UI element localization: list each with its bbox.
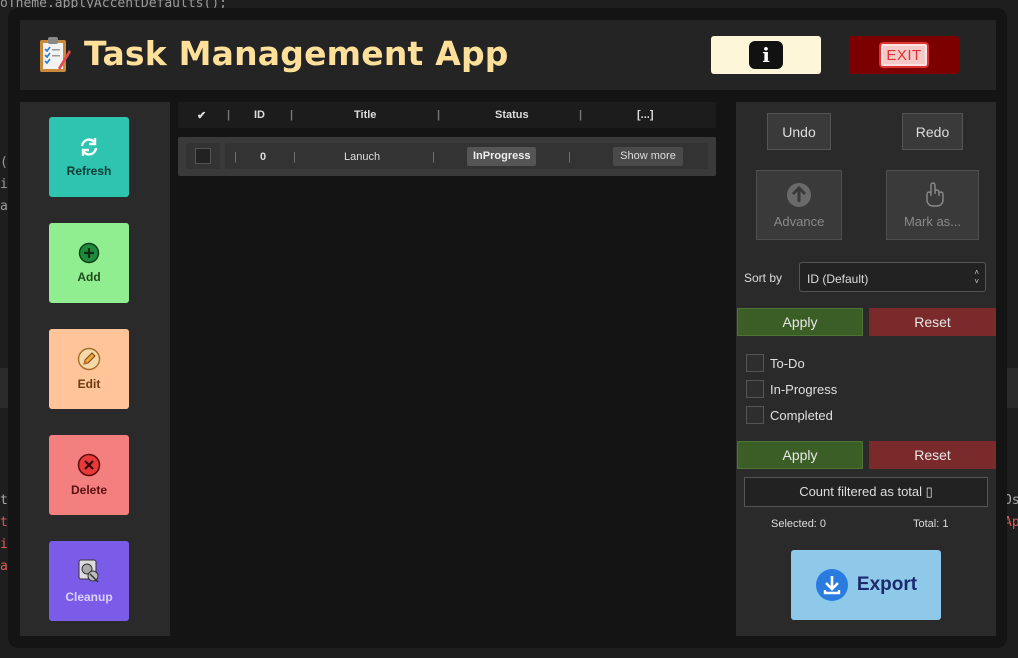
row-checkbox-cell <box>186 143 220 169</box>
advance-label: Advance <box>773 213 825 229</box>
pencil-icon <box>77 347 101 371</box>
info-button[interactable]: i <box>711 36 821 74</box>
header-title[interactable]: Title <box>354 109 376 121</box>
column-separator: | <box>579 109 583 121</box>
filter-completed[interactable]: Completed <box>746 406 833 424</box>
row-checkbox[interactable] <box>195 148 211 164</box>
cell-separator: | <box>293 151 296 163</box>
column-separator: | <box>437 109 441 121</box>
advance-button[interactable]: Advance <box>756 170 842 240</box>
cell-id: 0 <box>260 151 267 163</box>
refresh-label: Refresh <box>66 164 112 178</box>
download-icon <box>815 569 848 601</box>
filter-reset-button[interactable]: Reset <box>869 441 996 469</box>
refresh-icon <box>80 138 98 156</box>
filter-todo-checkbox[interactable] <box>746 354 764 372</box>
header-check[interactable]: ✔ <box>197 109 206 122</box>
header-more: [...] <box>637 109 654 121</box>
spinner-arrows-icon: ˄ ˅ <box>974 268 979 286</box>
exit-sign-icon: EXIT <box>879 42 929 68</box>
sort-reset-button[interactable]: Reset <box>869 308 996 336</box>
sort-by-label: Sort by <box>744 271 783 285</box>
add-label: Add <box>77 270 101 284</box>
header-bar: Task Management App i EXIT <box>20 20 996 90</box>
filter-in-progress[interactable]: In-Progress <box>746 380 837 398</box>
control-panel: Undo Redo Advance Mark as... Sort by ID … <box>736 102 996 636</box>
count-filtered-toggle[interactable]: Count filtered as total ▯ <box>744 477 988 507</box>
filter-todo-label: To-Do <box>770 355 805 371</box>
app-title: Task Management App <box>84 34 509 73</box>
edit-label: Edit <box>77 377 101 391</box>
arrow-up-circle-icon <box>787 182 811 207</box>
undo-button[interactable]: Undo <box>767 113 831 150</box>
x-circle-icon <box>77 453 101 477</box>
filter-todo[interactable]: To-Do <box>746 354 805 372</box>
export-label: Export <box>856 574 918 595</box>
filter-in-progress-label: In-Progress <box>770 381 838 397</box>
filter-completed-label: Completed <box>770 407 833 423</box>
refresh-button[interactable]: Refresh <box>49 117 129 197</box>
broom-cleanup-icon <box>78 559 99 583</box>
column-separator: | <box>227 109 231 121</box>
action-sidebar: Refresh Add Edit Delete Cleanup <box>20 102 170 636</box>
filter-apply-button[interactable]: Apply <box>737 441 863 469</box>
redo-button[interactable]: Redo <box>902 113 963 150</box>
filter-completed-checkbox[interactable] <box>746 406 764 424</box>
status-badge: InProgress <box>467 147 537 166</box>
total-count: Total: 1 <box>913 518 949 530</box>
cell-separator: | <box>234 151 237 163</box>
add-button[interactable]: Add <box>49 223 129 303</box>
show-more-button[interactable]: Show more <box>613 147 683 166</box>
cleanup-label: Cleanup <box>65 590 113 604</box>
hand-pointer-icon <box>925 181 944 207</box>
mark-as-label: Mark as... <box>903 213 962 229</box>
delete-button[interactable]: Delete <box>49 435 129 515</box>
edit-button[interactable]: Edit <box>49 329 129 409</box>
filter-in-progress-checkbox[interactable] <box>746 380 764 398</box>
mark-as-button[interactable]: Mark as... <box>886 170 979 240</box>
header-id[interactable]: ID <box>254 109 265 121</box>
header-status[interactable]: Status <box>495 109 529 121</box>
delete-label: Delete <box>70 483 108 497</box>
cell-separator: | <box>568 151 571 163</box>
sort-by-select[interactable]: ID (Default) ˄ ˅ <box>799 262 986 292</box>
sort-by-value: ID (Default) <box>807 272 869 286</box>
selected-count: Selected: 0 <box>771 518 827 530</box>
column-separator: | <box>290 109 294 121</box>
plus-circle-icon <box>78 242 100 264</box>
exit-button[interactable]: EXIT <box>849 36 959 74</box>
cell-title: Lanuch <box>344 151 381 163</box>
cell-separator: | <box>432 151 435 163</box>
cleanup-button[interactable]: Cleanup <box>49 541 129 621</box>
info-icon: i <box>749 41 783 69</box>
export-button[interactable]: Export <box>791 550 941 620</box>
task-table: ✔ | ID | Title | Status | [...] | 0 | La… <box>178 102 716 636</box>
clipboard-icon <box>38 36 72 74</box>
table-header: ✔ | ID | Title | Status | [...] <box>178 102 716 128</box>
table-row[interactable]: | 0 | Lanuch | InProgress | Show more <box>178 137 716 176</box>
sort-apply-button[interactable]: Apply <box>737 308 863 336</box>
